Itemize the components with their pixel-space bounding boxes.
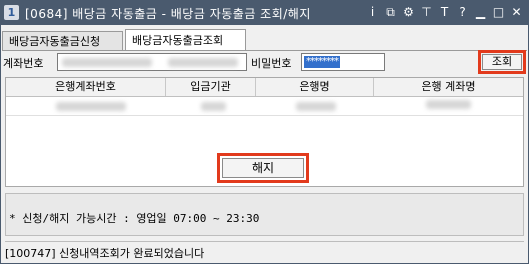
pin-icon[interactable]: ⊤	[419, 4, 434, 21]
search-button[interactable]: 조회	[482, 54, 522, 70]
maximize-icon[interactable]: □	[491, 4, 506, 21]
status-bar: [100747] 신청내역조회가 완료되었습니다	[5, 241, 524, 262]
account-number-label: 계좌번호	[3, 57, 44, 70]
restore-icon[interactable]: ⧉	[383, 4, 398, 21]
column-header-bank-name: 은행명	[256, 78, 374, 96]
column-header-deposit-institution: 입금기관	[166, 78, 256, 96]
status-message: [100747] 신청내역조회가 완료되었습니다	[5, 247, 205, 260]
column-header-account-holder: 은행 계좌명	[421, 80, 476, 93]
masked-cell	[201, 102, 226, 111]
table-header: 은행계좌번호 입금기관 은행명 은행 계좌명	[6, 78, 523, 97]
password-value: ********	[304, 56, 340, 68]
text-icon[interactable]: T	[437, 4, 452, 21]
notice-panel: * 신청/해지 가능시간 : 영업일 07:00 ~ 23:30	[5, 193, 524, 236]
password-label: 비밀번호	[251, 57, 292, 70]
close-icon[interactable]: ✕	[509, 4, 524, 21]
account-number-field[interactable]	[57, 53, 247, 71]
table-row[interactable]	[6, 97, 523, 115]
result-table: 은행계좌번호 입금기관 은행명 은행 계좌명 해지	[5, 77, 524, 187]
title-bar[interactable]: 1 [0684] 배당금 자동출금 - 배당금 자동출금 조회/해지 i ⧉ ⚙…	[1, 1, 528, 25]
row-divider	[6, 115, 523, 116]
window: 1 [0684] 배당금 자동출금 - 배당금 자동출금 조회/해지 i ⧉ ⚙…	[0, 0, 529, 264]
help-icon[interactable]: ?	[455, 4, 470, 21]
cancel-button[interactable]: 해지	[222, 158, 304, 178]
info-icon[interactable]: i	[365, 4, 380, 21]
minimize-icon[interactable]: ▁	[473, 4, 488, 21]
masked-account-owner	[168, 58, 238, 67]
tab-dividend-auto-withdraw-apply[interactable]: 배당금자동출금신청	[2, 31, 123, 50]
masked-cell	[296, 102, 336, 111]
column-header-bank-account: 은행계좌번호	[6, 78, 166, 96]
masked-account	[62, 58, 152, 67]
tab-dividend-auto-withdraw-inquiry[interactable]: 배당금자동출금조회	[125, 29, 246, 50]
notice-text: * 신청/해지 가능시간 : 영업일 07:00 ~ 23:30	[9, 212, 260, 225]
masked-cell	[56, 102, 126, 111]
settings-icon[interactable]: ⚙	[401, 4, 416, 21]
window-title: [0684] 배당금 자동출금 - 배당금 자동출금 조회/해지	[25, 7, 311, 21]
tab-divider	[2, 50, 527, 51]
password-field[interactable]: ********	[301, 53, 385, 71]
masked-cell	[426, 100, 471, 109]
title-bar-controls: i ⧉ ⚙ ⊤ T ? ▁ □ ✕	[365, 4, 524, 22]
window-number-badge: 1	[4, 5, 19, 20]
